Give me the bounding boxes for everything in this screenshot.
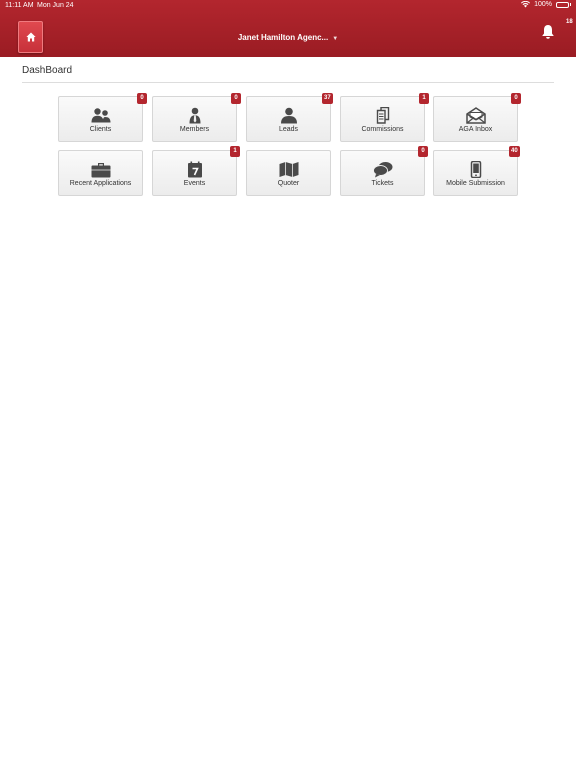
- tile-events[interactable]: Events: [152, 150, 237, 196]
- badge-commissions: 1: [419, 93, 429, 104]
- tile-members[interactable]: Members: [152, 96, 237, 142]
- battery-percent: 100%: [534, 1, 552, 8]
- tile-label: Tickets: [371, 180, 394, 187]
- map-icon: [279, 162, 298, 177]
- tile-label: Quoter: [277, 180, 300, 187]
- status-right: 100%: [521, 1, 571, 8]
- documents-icon: [376, 107, 389, 124]
- tile-label: Recent Applications: [69, 180, 132, 187]
- badge-members: 0: [231, 93, 241, 104]
- chat-icon: [372, 162, 392, 178]
- calendar-icon: [187, 161, 202, 178]
- badge-events: 1: [230, 146, 240, 157]
- tile-tickets[interactable]: Tickets: [340, 150, 425, 196]
- wifi-icon: [521, 1, 531, 8]
- agency-selector[interactable]: Janet Hamilton Agenc... ▼: [0, 33, 576, 42]
- user-icon: [280, 107, 297, 124]
- chevron-down-icon: ▼: [332, 36, 339, 42]
- badge-aga-inbox: 0: [511, 93, 521, 104]
- app-header: 11:11 AM Mon Jun 24 100% Janet Hamilton …: [0, 0, 576, 57]
- tile-label: Commissions: [361, 126, 404, 133]
- tile-recent-applications[interactable]: Recent Applications: [58, 150, 143, 196]
- title-divider: [22, 82, 554, 83]
- status-bar: 11:11 AM Mon Jun 24 100%: [0, 0, 576, 12]
- mobile-icon: [470, 161, 481, 178]
- agency-name: Janet Hamilton Agenc...: [237, 33, 329, 42]
- users-icon: [91, 108, 110, 123]
- badge-leads: 37: [322, 93, 333, 104]
- tile-commissions[interactable]: Commissions: [340, 96, 425, 142]
- tile-label: AGA Inbox: [458, 126, 493, 133]
- tile-label: Mobile Submission: [446, 180, 505, 187]
- tile-label: Clients: [89, 126, 112, 133]
- battery-icon: [556, 1, 571, 8]
- tile-aga-inbox[interactable]: AGA Inbox: [433, 96, 518, 142]
- envelope-icon: [465, 107, 486, 124]
- tile-clients[interactable]: Clients: [58, 96, 143, 142]
- tile-label: Members: [179, 126, 210, 133]
- badge-tickets: 0: [418, 146, 428, 157]
- status-date: Mon Jun 24: [37, 2, 74, 9]
- tile-mobile-submission[interactable]: Mobile Submission: [433, 150, 518, 196]
- tile-label: Leads: [278, 126, 299, 133]
- briefcase-icon: [91, 163, 110, 178]
- notification-count: 18: [566, 19, 573, 25]
- member-icon: [189, 107, 200, 124]
- tile-quoter[interactable]: Quoter: [246, 150, 331, 196]
- status-time: 11:11 AM: [5, 2, 34, 9]
- badge-mobile-submission: 40: [509, 146, 520, 157]
- tile-leads[interactable]: Leads: [246, 96, 331, 142]
- tile-label: Events: [183, 180, 206, 187]
- badge-clients: 0: [137, 93, 147, 104]
- bell-icon[interactable]: [541, 24, 555, 40]
- page-title: DashBoard: [22, 65, 73, 76]
